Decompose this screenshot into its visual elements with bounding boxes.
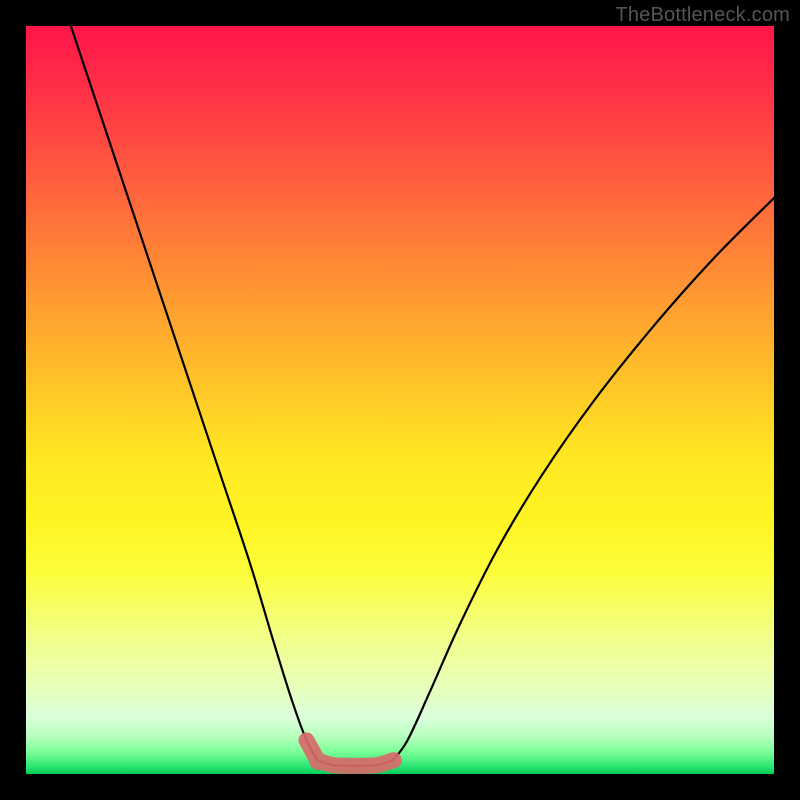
plot-area xyxy=(26,26,774,774)
valley-highlight xyxy=(307,740,394,766)
curve-layer xyxy=(26,26,774,774)
series-right-branch xyxy=(393,198,774,760)
chart-frame: TheBottleneck.com xyxy=(0,0,800,800)
series-left-branch xyxy=(71,26,318,761)
watermark-text: TheBottleneck.com xyxy=(615,4,790,27)
